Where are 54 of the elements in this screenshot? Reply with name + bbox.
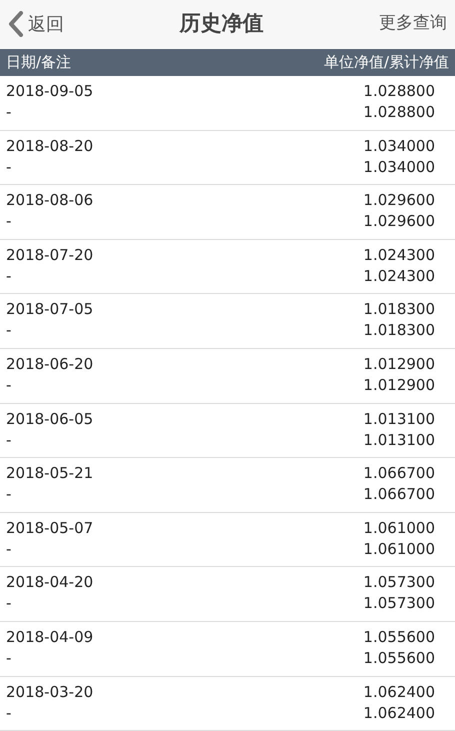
unit-value-cell: 1.055600 — [363, 626, 435, 648]
unit-value-cell: 1.034000 — [363, 136, 435, 157]
date-cell: 2018-07-20 — [6, 244, 94, 266]
unit-value-cell: 1.013100 — [363, 408, 435, 430]
total-value-cell: 1.013100 — [363, 430, 435, 451]
total-value-cell: 1.066700 — [363, 484, 435, 506]
note-cell: - — [6, 538, 12, 560]
page-title: 历史净值 — [180, 10, 264, 38]
unit-value-cell: 1.018300 — [363, 299, 435, 320]
total-value-cell: 1.034000 — [363, 156, 435, 178]
unit-value-cell: 1.062400 — [363, 682, 435, 703]
date-cell: 2018-05-21 — [6, 463, 94, 484]
date-cell: 2018-06-20 — [6, 354, 94, 375]
total-value-cell: 1.018300 — [363, 320, 435, 342]
total-value-cell: 1.057300 — [363, 593, 435, 614]
total-value-cell: 1.055600 — [363, 648, 435, 669]
date-cell: 2018-04-09 — [6, 626, 94, 648]
note-cell: - — [6, 593, 12, 614]
note-cell: - — [6, 374, 12, 396]
unit-value-cell: 1.029600 — [363, 190, 435, 212]
unit-value-cell: 1.057300 — [363, 572, 435, 594]
back-chevron-icon — [8, 11, 24, 37]
unit-value-cell: 1.066700 — [363, 463, 435, 484]
total-value-cell: 1.061000 — [363, 538, 435, 560]
date-cell: 2018-08-06 — [6, 190, 94, 212]
note-cell: - — [6, 648, 12, 669]
total-value-cell: 1.029600 — [363, 211, 435, 232]
column-header: 日期/备注 — [6, 52, 72, 74]
note-cell: - — [6, 430, 12, 451]
unit-value-cell: 1.028800 — [363, 81, 435, 102]
date-cell: 2018-06-05 — [6, 408, 94, 430]
back-button[interactable]: 返回 — [8, 10, 64, 38]
more-query-button[interactable]: 更多查询 — [379, 11, 447, 37]
date-cell: 2018-07-05 — [6, 299, 94, 320]
note-cell: - — [6, 156, 12, 178]
date-cell: 2018-03-20 — [6, 682, 94, 703]
date-cell: 2018-08-20 — [6, 136, 94, 157]
unit-value-cell: 1.061000 — [363, 518, 435, 539]
column-header: 单位净值/累计净值 — [324, 52, 449, 74]
note-cell: - — [6, 211, 12, 232]
unit-value-cell: 1.012900 — [363, 354, 435, 375]
total-value-cell: 1.012900 — [363, 374, 435, 396]
unit-value-cell: 1.024300 — [363, 244, 435, 266]
note-cell: - — [6, 484, 12, 506]
date-cell: 2018-04-20 — [6, 572, 94, 594]
date-cell: 2018-05-07 — [6, 518, 94, 539]
total-value-cell: 1.062400 — [363, 702, 435, 724]
note-cell: - — [6, 102, 12, 123]
total-value-cell: 1.024300 — [363, 266, 435, 287]
note-cell: - — [6, 320, 12, 342]
total-value-cell: 1.028800 — [363, 102, 435, 123]
note-cell: - — [6, 702, 12, 724]
note-cell: - — [6, 266, 12, 287]
date-cell: 2018-09-05 — [6, 81, 94, 102]
